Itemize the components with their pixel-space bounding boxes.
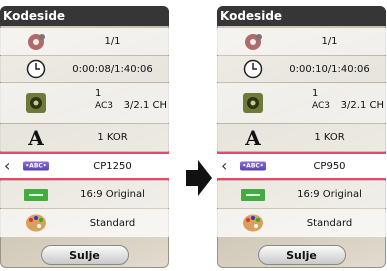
info-panel-after: Kodeside 1/1 0:00:10/1:40:06 1 AC3 3/2.1… [217,6,386,268]
aspect-value: 16:9 Original [80,189,145,200]
audio-row[interactable]: 1 AC3 3/2.1 CH [0,83,169,123]
disc-icon [242,33,264,51]
palette-icon [242,213,264,233]
time-value: 0:00:08/1:40:06 [72,63,153,75]
subtitle-a-icon: A [245,125,261,150]
disc-icon [25,33,47,51]
subtitle-a-icon: A [28,125,44,150]
audio-codec: AC3 [312,101,331,111]
close-button[interactable]: Sulje [257,245,346,265]
close-button[interactable]: Sulje [40,245,129,265]
speaker-icon [242,92,264,114]
code-page-value: CP950 [313,160,346,172]
clock-icon [243,59,263,79]
time-row[interactable]: 0:00:08/1:40:06 [0,56,169,82]
panel-title: Kodeside [217,6,386,26]
aspect-row[interactable]: 16:9 Original [0,181,169,208]
code-page-row[interactable]: ‹ •ABC• CP1250 [0,152,169,180]
title-chapter-row[interactable]: 1/1 [217,28,386,55]
audio-track-number: 1 [312,88,319,99]
title-chapter-row[interactable]: 1/1 [0,28,169,55]
code-page-value: CP1250 [93,160,132,172]
subtitle-row[interactable]: A 1 KOR [217,124,386,151]
picture-mode-row[interactable]: Standard [217,209,386,237]
time-value: 0:00:10/1:40:06 [289,63,370,75]
title-value: 1/1 [321,36,338,47]
clock-icon [26,59,46,79]
time-row[interactable]: 0:00:10/1:40:06 [217,56,386,82]
aspect-value: 16:9 Original [297,189,362,200]
code-page-row[interactable]: ‹ •ABC• CP950 [217,152,386,180]
title-value: 1/1 [104,36,121,47]
audio-codec: AC3 [95,101,114,111]
panel-title: Kodeside [0,6,169,26]
speaker-icon [25,92,47,114]
subtitle-value: 1 KOR [314,132,345,143]
aspect-ratio-icon [24,188,48,201]
audio-row[interactable]: 1 AC3 3/2.1 CH [217,83,386,123]
abc-code-icon: •ABC• [23,161,49,171]
arrow-right-icon [186,160,212,196]
info-panel-before: Kodeside 1/1 0:00:08/1:40:06 1 AC3 3/2.1… [0,6,169,268]
audio-channels: 3/2.1 CH [340,100,384,111]
aspect-row[interactable]: 16:9 Original [217,181,386,208]
abc-code-icon: •ABC• [240,161,266,171]
subtitle-row[interactable]: A 1 KOR [0,124,169,151]
audio-track-number: 1 [95,88,102,99]
audio-channels: 3/2.1 CH [123,100,167,111]
palette-icon [25,213,47,233]
subtitle-value: 1 KOR [97,132,128,143]
chevron-left-icon[interactable]: ‹ [221,158,227,174]
picture-mode-value: Standard [306,217,353,229]
picture-mode-row[interactable]: Standard [0,209,169,237]
chevron-left-icon[interactable]: ‹ [4,158,10,174]
aspect-ratio-icon [241,188,265,201]
picture-mode-value: Standard [89,217,136,229]
